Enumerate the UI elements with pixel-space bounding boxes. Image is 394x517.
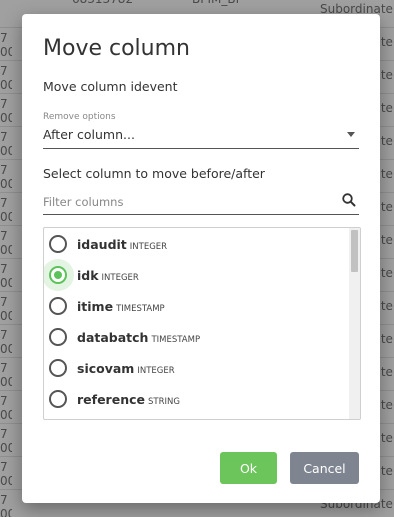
column-name: itime TIMESTAMP (77, 299, 165, 314)
table-cell: 7 000 (0, 427, 12, 455)
scrollbar-thumb[interactable] (351, 230, 358, 272)
table-cell: 7 000 (0, 196, 12, 224)
table-cell: 7 000 (0, 493, 12, 517)
cancel-button[interactable]: Cancel (290, 452, 359, 484)
remove-options-label: Remove options (43, 112, 116, 122)
table-cell: 7 000 (0, 229, 12, 257)
instruction-text: Select column to move before/after (43, 166, 265, 181)
radio-button[interactable] (49, 328, 67, 346)
column-option-idaudit[interactable]: idaudit INTEGER (44, 229, 349, 260)
column-name: reference STRING (77, 392, 180, 407)
column-name: databatch TIMESTAMP (77, 330, 200, 345)
column-type: TIMESTAMP (151, 335, 201, 345)
table-cell: 7 000 (0, 460, 12, 488)
search-icon[interactable] (341, 192, 357, 208)
list-scrollbar[interactable] (349, 228, 360, 419)
column-option-sicovam[interactable]: sicovam INTEGER (44, 353, 349, 384)
table-cell: 7 000 (0, 295, 12, 323)
radio-button[interactable] (49, 235, 67, 253)
column-list: idaudit INTEGER idk INTEGER itime TIMESTAMP da… (43, 227, 361, 420)
column-option-idk[interactable]: idk INTEGER (44, 259, 349, 291)
column-type: INTEGER (137, 366, 175, 376)
radio-button[interactable] (49, 297, 67, 315)
table-cell: 7 000 (0, 97, 12, 125)
column-name-text: reference (77, 392, 145, 407)
radio-button[interactable] (49, 266, 67, 284)
column-name: sicovam INTEGER (77, 361, 175, 376)
table-cell: 7 000 (0, 130, 12, 158)
move-column-dialog: Move column Move column idevent Remove o… (22, 14, 380, 503)
radio-button[interactable] (49, 359, 67, 377)
radio-button[interactable] (49, 390, 67, 408)
column-name: idk INTEGER (77, 268, 139, 283)
table-cell: 7 000 (0, 31, 12, 59)
column-name-text: sicovam (77, 361, 135, 376)
table-cell: BPIM_BP (192, 0, 243, 6)
table-cell: 68313782 (72, 0, 133, 6)
table-cell: 7 000 (0, 64, 12, 92)
table-cell: 7 000 (0, 262, 12, 290)
dialog-title: Move column (43, 36, 190, 61)
column-type: INTEGER (129, 242, 168, 252)
filter-columns-input[interactable] (43, 192, 323, 212)
column-name-text: itime (77, 299, 114, 314)
column-type: STRING (148, 397, 180, 407)
ok-button[interactable]: Ok (220, 452, 277, 484)
remove-options-select[interactable]: Remove options After column... (43, 112, 359, 149)
column-type: INTEGER (101, 273, 139, 283)
column-name: idaudit INTEGER (77, 237, 167, 252)
table-cell: 7 000 (0, 328, 12, 356)
column-name-text: idk (77, 268, 99, 283)
column-option-itime[interactable]: itime TIMESTAMP (44, 291, 349, 322)
table-cell: 7 000 (0, 163, 12, 191)
column-name-text: databatch (77, 330, 149, 345)
column-name-text: idaudit (77, 237, 127, 252)
chevron-down-icon[interactable] (347, 132, 355, 137)
column-option-databatch[interactable]: databatch TIMESTAMP (44, 322, 349, 353)
table-cell: 7 000 (0, 361, 12, 389)
remove-options-value: After column... (43, 127, 135, 142)
filter-field[interactable] (43, 192, 359, 215)
column-type: TIMESTAMP (116, 304, 165, 314)
dialog-subtitle: Move column idevent (43, 79, 178, 94)
column-option-reference[interactable]: reference STRING (44, 384, 349, 415)
table-cell: 7 000 (0, 394, 12, 422)
